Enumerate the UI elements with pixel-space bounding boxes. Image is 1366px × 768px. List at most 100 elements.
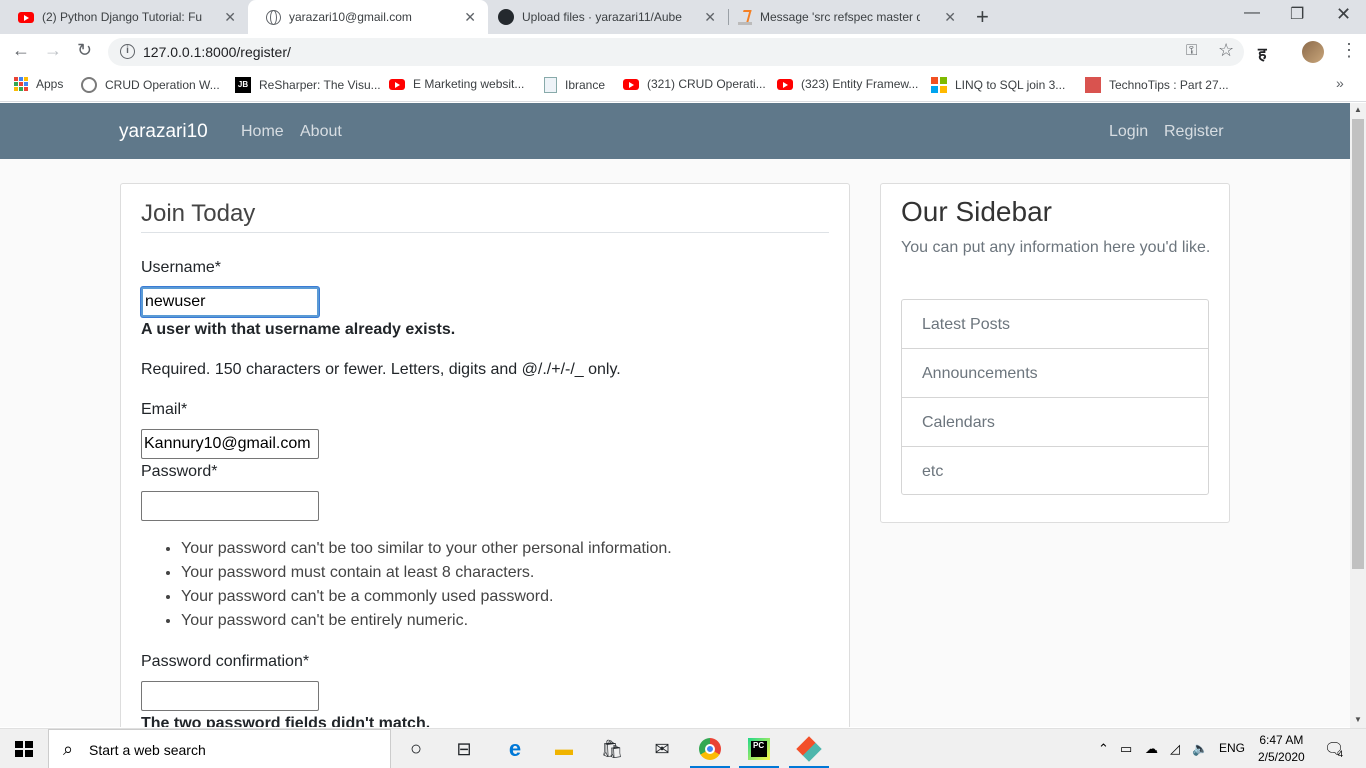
- bookmark-label: ReSharper: The Visu...: [259, 78, 381, 92]
- new-tab-icon[interactable]: +: [976, 4, 989, 30]
- browser-tab[interactable]: Upload files · yarazari11/Auberg ✕: [480, 0, 728, 34]
- browser-tab-active[interactable]: yarazari10@gmail.com ✕: [248, 0, 488, 34]
- sidebar-item-announcements[interactable]: Announcements: [902, 349, 1208, 398]
- bookmark-label: Apps: [36, 77, 64, 91]
- youtube-icon: [389, 78, 405, 90]
- nav-link-about[interactable]: About: [300, 123, 342, 141]
- nav-link-home[interactable]: Home: [241, 123, 284, 141]
- username-error: A user with that username already exists…: [141, 321, 456, 338]
- bookmark-label: CRUD Operation W...: [105, 78, 220, 92]
- bookmark-item[interactable]: (321) CRUD Operati...: [623, 77, 766, 91]
- browser-tab[interactable]: Message 'src refspec master doe ✕: [720, 0, 968, 34]
- edge-icon[interactable]: e: [503, 736, 527, 761]
- system-clock[interactable]: 6:47 AM 2/5/2020: [1258, 732, 1305, 766]
- tab-title: (2) Python Django Tutorial: Full-F: [42, 10, 202, 24]
- globe-icon: [266, 9, 281, 25]
- form-legend: Join Today: [141, 200, 829, 233]
- sidebar-item-etc[interactable]: etc: [902, 447, 1208, 494]
- github-icon: [498, 9, 514, 25]
- bookmark-item[interactable]: JB ReSharper: The Visu...: [235, 77, 381, 93]
- git-icon[interactable]: [796, 736, 822, 762]
- windows-taskbar: ⌕ Start a web search ○ ⊟ e ▬ 🛍 ✉ PC ⌃ ▭ …: [0, 728, 1366, 768]
- scroll-down-icon[interactable]: ▼: [1354, 715, 1362, 724]
- password-rules-list: Your password can't be too similar to yo…: [181, 540, 672, 636]
- bookmarks-bar: Apps CRUD Operation W... JB ReSharper: T…: [0, 70, 1366, 102]
- sidebar-card: Our Sidebar You can put any information …: [880, 183, 1230, 523]
- mail-icon[interactable]: ✉: [650, 737, 674, 761]
- key-icon[interactable]: ⚿: [1186, 42, 1197, 59]
- stackoverflow-icon: [738, 9, 752, 25]
- pycharm-icon[interactable]: PC: [747, 737, 771, 761]
- windows-start-icon[interactable]: [15, 741, 33, 757]
- reload-icon[interactable]: ↻: [77, 40, 92, 61]
- show-hidden-icons-icon[interactable]: ⌃: [1098, 741, 1109, 757]
- bookmark-item[interactable]: TechnoTips : Part 27...: [1085, 77, 1229, 93]
- site-brand[interactable]: yarazari10: [119, 121, 208, 143]
- close-tab-icon[interactable]: ✕: [704, 9, 716, 26]
- task-view-icon[interactable]: ⊟: [452, 737, 476, 761]
- browser-tab[interactable]: (2) Python Django Tutorial: Full-F ✕: [0, 0, 248, 34]
- back-icon[interactable]: ←: [12, 40, 30, 61]
- nav-link-login[interactable]: Login: [1109, 123, 1148, 141]
- forward-icon[interactable]: →: [44, 40, 62, 61]
- battery-icon[interactable]: ▭: [1120, 741, 1132, 757]
- sidebar-item-calendars[interactable]: Calendars: [902, 398, 1208, 447]
- onedrive-icon[interactable]: ☁: [1145, 741, 1158, 757]
- language-indicator[interactable]: ENG: [1219, 741, 1245, 755]
- password-rule: Your password can't be a commonly used p…: [181, 588, 672, 612]
- menu-icon[interactable]: ⋮: [1340, 40, 1358, 61]
- chrome-icon[interactable]: [698, 737, 722, 761]
- more-bookmarks-icon[interactable]: »: [1336, 75, 1344, 91]
- volume-icon[interactable]: 🔈: [1192, 741, 1208, 757]
- youtube-icon: [623, 78, 639, 90]
- nav-link-register[interactable]: Register: [1164, 123, 1224, 141]
- scrollbar-thumb[interactable]: [1352, 119, 1364, 569]
- sidebar-item-latest-posts[interactable]: Latest Posts: [902, 300, 1208, 349]
- info-icon[interactable]: i: [120, 44, 135, 59]
- sidebar-list: Latest Posts Announcements Calendars etc: [901, 299, 1209, 495]
- bookmark-star-icon[interactable]: ☆: [1218, 40, 1234, 61]
- jetbrains-icon: JB: [235, 77, 251, 93]
- url-text[interactable]: 127.0.0.1:8000/register/: [143, 44, 291, 60]
- bookmark-label: (321) CRUD Operati...: [647, 77, 766, 91]
- file-explorer-icon[interactable]: ▬: [552, 737, 576, 761]
- bookmark-item[interactable]: LINQ to SQL join 3...: [931, 77, 1065, 93]
- site-navbar: yarazari10 Home About Login Register: [0, 103, 1350, 159]
- wifi-icon[interactable]: ◿: [1170, 741, 1180, 757]
- bookmark-label: (323) Entity Framew...: [801, 77, 919, 91]
- password-rule: Your password can't be entirely numeric.: [181, 612, 672, 636]
- email-input[interactable]: [141, 429, 319, 459]
- tab-title: Upload files · yarazari11/Auberg: [522, 10, 682, 24]
- youtube-icon: [18, 11, 34, 23]
- store-icon[interactable]: 🛍: [600, 737, 624, 761]
- cortana-icon[interactable]: ○: [404, 737, 428, 761]
- search-icon: ⌕: [63, 739, 74, 759]
- close-window-icon[interactable]: ✕: [1336, 4, 1351, 25]
- bookmark-apps[interactable]: Apps: [14, 77, 63, 91]
- page-content: Join Today Username* A user with that us…: [0, 159, 1350, 727]
- bookmark-item[interactable]: CRUD Operation W...: [81, 77, 220, 93]
- username-help-text: Required. 150 characters or fewer. Lette…: [141, 361, 621, 378]
- profile-avatar[interactable]: [1302, 41, 1324, 63]
- gear-icon: [81, 77, 97, 93]
- close-tab-icon[interactable]: ✕: [224, 9, 236, 26]
- address-bar[interactable]: i 127.0.0.1:8000/register/ ⚿ ☆: [108, 38, 1244, 66]
- tab-title: yarazari10@gmail.com: [289, 10, 412, 24]
- bookmark-item[interactable]: Ibrance: [544, 77, 605, 93]
- bookmark-item[interactable]: (323) Entity Framew...: [777, 77, 918, 91]
- page-scrollbar[interactable]: ▲ ▼: [1350, 103, 1366, 728]
- register-card: Join Today Username* A user with that us…: [120, 183, 850, 727]
- minimize-icon[interactable]: —: [1244, 4, 1260, 22]
- bookmark-item[interactable]: E Marketing websit...: [389, 77, 524, 91]
- password-confirmation-input[interactable]: [141, 681, 319, 711]
- password-input[interactable]: [141, 491, 319, 521]
- close-tab-icon[interactable]: ✕: [464, 9, 476, 26]
- extension-icon[interactable]: ह: [1258, 42, 1267, 64]
- password-confirmation-label: Password confirmation*: [141, 653, 310, 670]
- microsoft-icon: [931, 77, 947, 93]
- restore-icon[interactable]: ❐: [1290, 4, 1304, 24]
- close-tab-icon[interactable]: ✕: [944, 9, 956, 26]
- taskbar-search[interactable]: ⌕ Start a web search: [48, 729, 391, 768]
- scroll-up-icon[interactable]: ▲: [1354, 105, 1362, 114]
- username-input[interactable]: [141, 287, 319, 317]
